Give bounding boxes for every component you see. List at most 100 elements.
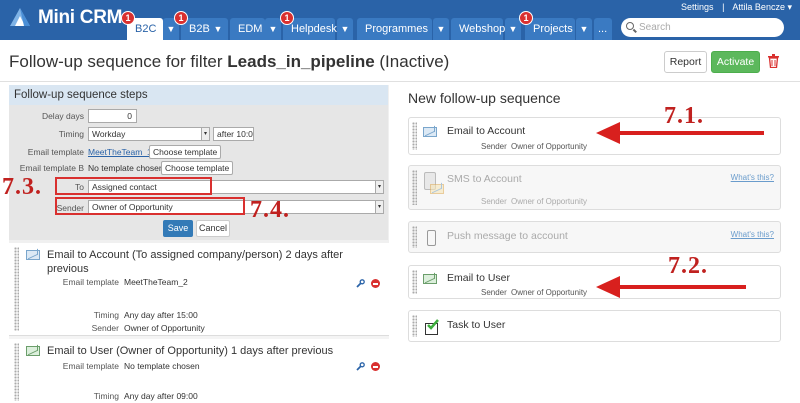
steps-panel-header: Follow-up sequence steps xyxy=(9,85,388,105)
email-icon xyxy=(26,346,40,356)
card-title: Task to User xyxy=(447,319,506,331)
drag-handle[interactable] xyxy=(412,122,417,150)
tab-label: Programmes xyxy=(365,23,428,35)
wrench-icon[interactable] xyxy=(356,362,365,371)
tab-more[interactable]: ... xyxy=(594,18,612,40)
card-title: SMS to Account xyxy=(447,173,522,185)
step-timing-value: Any day after 15:00 xyxy=(124,310,198,320)
chevron-down-icon[interactable]: ▾ xyxy=(787,2,792,12)
settings-link[interactable]: Settings xyxy=(681,2,714,12)
whats-this-link[interactable]: What's this? xyxy=(731,173,774,182)
tab-b2b-dropdown[interactable]: ▼ xyxy=(210,18,226,40)
remove-icon[interactable] xyxy=(371,362,380,371)
timing-label: Timing xyxy=(58,129,84,139)
task-checkbox-icon xyxy=(425,319,439,335)
drag-handle[interactable] xyxy=(14,343,19,401)
notification-badge: 1 xyxy=(174,11,188,25)
notification-badge: 1 xyxy=(519,11,533,25)
minicrm-logo-icon xyxy=(8,6,32,30)
step-card-push-message[interactable]: Push message to account What's this? xyxy=(408,221,781,253)
tab-programmes[interactable]: Programmes xyxy=(357,18,432,40)
card-title: Email to User xyxy=(447,272,511,284)
step-title-line: Email to Account (To assigned company/pe… xyxy=(47,249,343,261)
tab-projects[interactable]: Projects xyxy=(525,18,575,40)
step-card-task-to-user[interactable]: Task to User xyxy=(408,310,781,342)
annotation-arrow xyxy=(596,276,746,298)
annotation-arrow xyxy=(596,122,764,144)
choose-template-b-button[interactable]: Choose template xyxy=(161,161,234,175)
top-right-links: Settings | Attila Bencze ▾ xyxy=(681,2,792,13)
search-input[interactable]: Search xyxy=(621,18,784,37)
tab-programmes-dropdown[interactable]: ▼ xyxy=(433,18,449,40)
card-title: Email to Account xyxy=(447,125,526,137)
chevron-down-icon: ▾ xyxy=(201,128,209,140)
choose-template-button[interactable]: Choose template xyxy=(149,145,222,159)
sequence-status: (Inactive) xyxy=(374,52,450,71)
cancel-button[interactable]: Cancel xyxy=(196,220,230,237)
timing-select[interactable]: Workday ▾ xyxy=(88,127,210,141)
tab-edm[interactable]: EDM xyxy=(230,18,265,40)
drag-handle[interactable] xyxy=(412,170,417,205)
step-title: Email to Account (To assigned company/pe… xyxy=(47,248,347,276)
save-button[interactable]: Save xyxy=(163,220,193,237)
step-title-line: previous xyxy=(47,263,89,275)
step-card-sms-to-account[interactable]: SMS to Account Sender Owner of Opportuni… xyxy=(408,165,781,210)
list-item: Email to User (Owner of Opportunity) 1 d… xyxy=(9,339,389,403)
step-sender-value: Owner of Opportunity xyxy=(124,323,205,333)
email-template-b-value: No template chosen xyxy=(88,163,164,173)
drag-handle[interactable] xyxy=(412,226,417,248)
wrench-icon[interactable] xyxy=(356,279,365,288)
report-button[interactable]: Report xyxy=(664,51,707,73)
email-icon xyxy=(423,127,437,137)
step-timing-label: Timing xyxy=(93,310,119,320)
card-sender-label: Sender xyxy=(481,197,507,206)
card-sender-value: Owner of Opportunity xyxy=(511,288,588,297)
trash-icon[interactable] xyxy=(768,54,779,69)
remove-icon[interactable] xyxy=(371,279,380,288)
step-card-email-to-user[interactable]: Email to User Sender Owner of Opportunit… xyxy=(408,265,781,299)
step-sender-label: Sender xyxy=(91,323,119,333)
timing-time-select[interactable]: after 10:0 xyxy=(213,127,254,141)
drag-handle[interactable] xyxy=(14,247,19,331)
chevron-down-icon: ▾ xyxy=(375,181,383,193)
card-sender-value: Owner of Opportunity xyxy=(511,142,588,151)
card-sender-label: Sender xyxy=(481,142,507,151)
app-logo[interactable]: Mini CRM xyxy=(8,6,122,30)
tab-label: EDM xyxy=(238,23,263,35)
tab-label: Helpdesk xyxy=(291,23,337,35)
delay-days-label: Delay days xyxy=(41,111,84,121)
delay-days-input[interactable]: 0 xyxy=(88,109,137,123)
tab-edm-dropdown[interactable]: ▼ xyxy=(265,18,281,40)
message-icon xyxy=(430,184,444,194)
tab-webshop-dropdown[interactable]: ▼ xyxy=(505,18,521,40)
drag-handle[interactable] xyxy=(412,270,417,294)
tab-projects-dropdown[interactable]: ▼ xyxy=(576,18,592,40)
email-template-label: Email template xyxy=(27,147,84,157)
drag-handle[interactable] xyxy=(412,315,417,337)
page-title: Follow-up sequence for filter Leads_in_p… xyxy=(9,52,449,72)
step-template-label: Email template xyxy=(62,277,119,287)
list-item: Email to Account (To assigned company/pe… xyxy=(9,243,389,336)
notification-badge: 1 xyxy=(121,11,135,25)
filter-name: Leads_in_pipeline xyxy=(227,52,375,71)
tab-label: B2B xyxy=(189,23,210,35)
annotation-7-4: 7.4. xyxy=(250,197,290,223)
tab-helpdesk-dropdown[interactable]: ▼ xyxy=(337,18,353,40)
highlight-box-to xyxy=(55,177,212,195)
timing-value: Workday xyxy=(92,129,126,139)
whats-this-link[interactable]: What's this? xyxy=(731,230,774,239)
tab-webshop[interactable]: Webshop xyxy=(451,18,505,40)
user-menu[interactable]: Attila Bencze xyxy=(732,2,785,12)
separator: | xyxy=(722,2,725,12)
search-placeholder: Search xyxy=(639,22,671,33)
activate-button[interactable]: Activate xyxy=(711,51,760,73)
tab-label: ... xyxy=(598,23,608,35)
app-name: Mini CRM xyxy=(38,7,123,28)
step-card-email-to-account[interactable]: Email to Account Sender Owner of Opportu… xyxy=(408,117,781,155)
card-title: Push message to account xyxy=(447,230,568,242)
step-timing-value: Any day after 09:00 xyxy=(124,391,198,401)
step-template-value: No template chosen xyxy=(124,361,200,371)
email-template-link[interactable]: MeetTheTeam_1 xyxy=(88,147,152,157)
highlight-box-sender xyxy=(55,197,245,215)
tab-label: B2C xyxy=(135,23,157,35)
